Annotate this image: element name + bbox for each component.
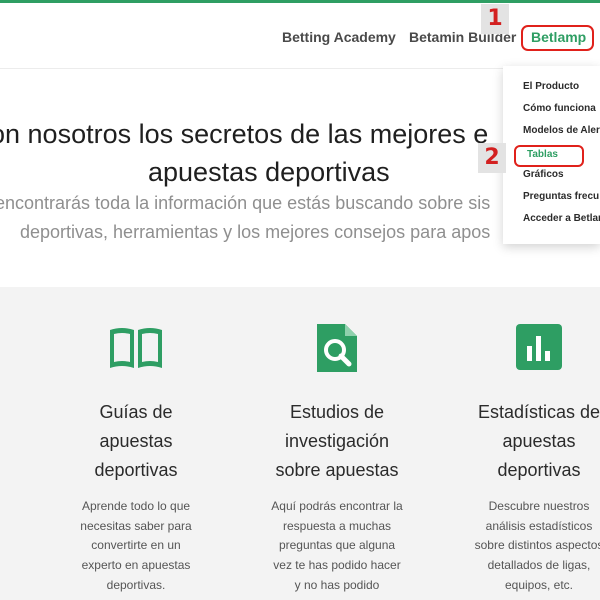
dropdown-item-acceder-a-betlamp[interactable]: Acceder a Betlam (523, 213, 600, 224)
feature-text-line: convertirte en un (91, 538, 181, 553)
feature-text-estudios: Aquí podrás encontrar la respuesta a muc… (237, 497, 437, 596)
navbar: Betting Academy Betamin Builder Betlamp (0, 3, 600, 69)
book-icon (110, 328, 162, 368)
feature-text-line: sobre distintos aspectos (474, 538, 600, 553)
feature-text-line: y no has podido (294, 577, 380, 592)
feature-text-line: análisis estadísticos (485, 518, 593, 533)
feature-title-line: deportivas (497, 460, 581, 480)
feature-text-line: Aquí podrás encontrar la (271, 499, 403, 513)
feature-text-line: experto en apuestas (81, 558, 191, 573)
hero-title-line-1: on nosotros los secretos de las mejores … (0, 119, 489, 149)
feature-title-line: Estadísticas de (477, 402, 600, 422)
document-search-icon (317, 324, 357, 372)
hero-title-line-2: apuestas deportivas (148, 157, 390, 187)
hero-subtitle-line-2: deportivas, herramientas y los mejores c… (20, 222, 491, 242)
feature-title-line: apuestas (502, 431, 576, 451)
dropdown-item-como-funciona[interactable]: Cómo funciona (523, 103, 596, 114)
feature-text-line: deportivas. (106, 577, 166, 592)
feature-title-estadisticas: Estadísticas de apuestas deportivas (439, 398, 600, 485)
feature-card-estadisticas[interactable]: Estadísticas de apuestas deportivas Desc… (439, 287, 600, 600)
feature-text-line: respuesta a muchas (282, 518, 392, 533)
nav-link-betlamp-label: Betlamp (531, 29, 587, 45)
annotation-marker-1: 1 (481, 4, 509, 34)
features-section: Guías de apuestas deportivas Aprende tod… (0, 287, 600, 600)
feature-text-line: vez te has podido hacer (273, 558, 401, 573)
feature-text-line: Descubre nuestros (488, 499, 590, 513)
feature-title-line: sobre apuestas (275, 460, 399, 480)
annotation-marker-2: 2 (478, 143, 506, 173)
nav-link-betting-academy[interactable]: Betting Academy (282, 29, 396, 45)
nav-link-betlamp[interactable]: Betlamp (521, 25, 594, 51)
feature-title-line: Guías de (99, 402, 173, 422)
feature-title-line: apuestas (99, 431, 173, 451)
feature-title-line: Estudios de (289, 402, 385, 422)
feature-text-line: equipos, etc. (504, 577, 574, 592)
feature-title-estudios: Estudios de investigación sobre apuestas (237, 398, 437, 485)
hero-subtitle-line-1: encontrarás toda la información que está… (0, 193, 491, 213)
feature-text-line: detallados de ligas, (487, 558, 591, 573)
feature-card-guias[interactable]: Guías de apuestas deportivas Aprende tod… (36, 287, 236, 600)
feature-text-guias: Aprende todo lo que necesitas saber para… (36, 497, 236, 596)
feature-text-line: preguntas que alguna (278, 538, 396, 553)
feature-title-line: investigación (284, 431, 390, 451)
dropdown-item-graficos[interactable]: Gráficos (523, 169, 564, 180)
dropdown-item-el-producto[interactable]: El Producto (523, 81, 579, 92)
dropdown-item-modelos-de-alertas[interactable]: Modelos de Aler (523, 125, 600, 136)
feature-title-line: deportivas (94, 460, 178, 480)
dropdown-item-tablas-label: Tablas (527, 149, 558, 160)
dropdown-item-tablas[interactable]: Tablas (514, 145, 584, 167)
bar-chart-icon (516, 324, 562, 370)
feature-card-estudios[interactable]: Estudios de investigación sobre apuestas… (237, 287, 437, 600)
feature-text-line: Aprende todo lo que (81, 499, 191, 513)
feature-title-guias: Guías de apuestas deportivas (36, 398, 236, 485)
feature-text-line: necesitas saber para (80, 518, 192, 533)
feature-text-estadisticas: Descubre nuestros análisis estadísticos … (439, 497, 600, 596)
dropdown-item-preguntas-frecuentes[interactable]: Preguntas frecu (523, 191, 599, 202)
